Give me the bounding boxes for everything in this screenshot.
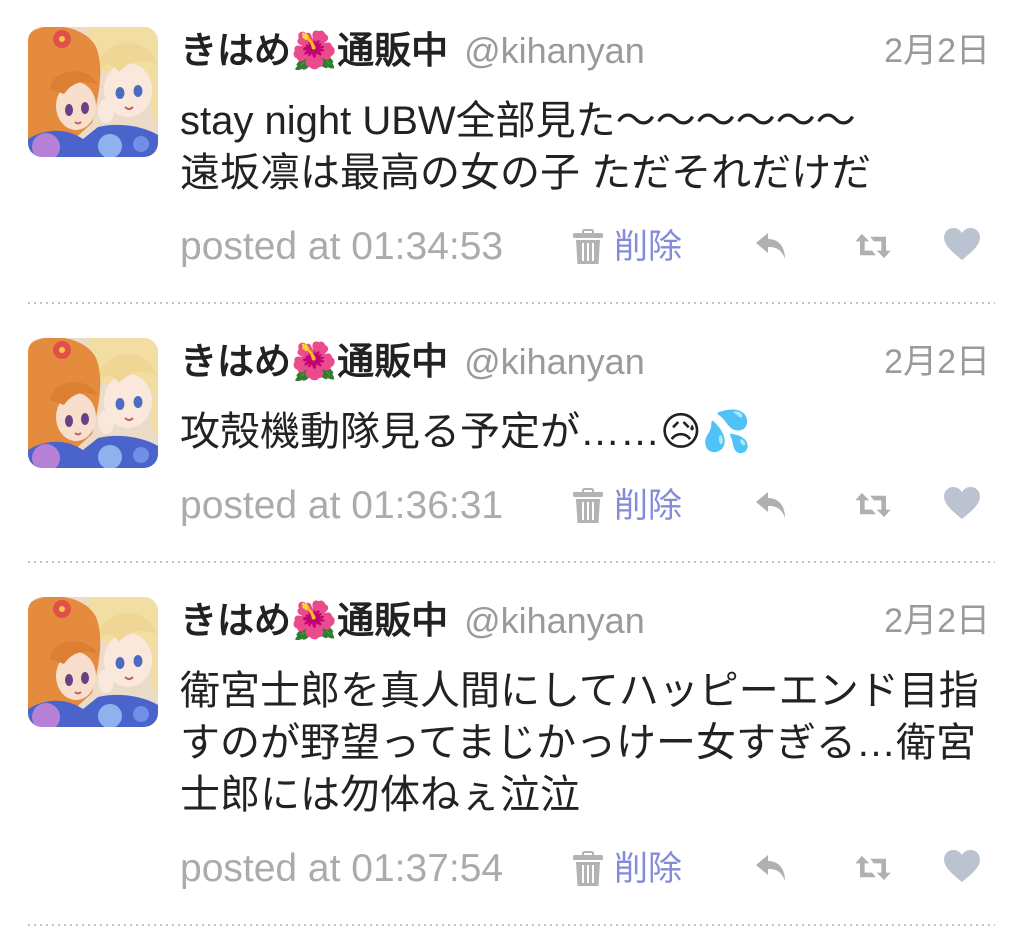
user-handle[interactable]: @kihanyan bbox=[464, 337, 645, 387]
favorite-button[interactable] bbox=[943, 486, 981, 520]
delete-label: 削除 bbox=[614, 487, 682, 525]
tweet[interactable]: きはめ🌺通販中 @kihanyan 2月2日 stay night UBW全部見… bbox=[0, 0, 1024, 304]
tweet-footer: posted at 01:34:53 削除 bbox=[180, 222, 990, 272]
tweet[interactable]: きはめ🌺通販中 @kihanyan 2月2日 攻殻機動隊見る予定が……😥💦 po… bbox=[0, 304, 1024, 563]
delete-label: 削除 bbox=[614, 850, 682, 888]
reply-button[interactable] bbox=[755, 490, 787, 520]
trash-icon bbox=[572, 229, 604, 265]
tweet-text: 衛宮士郎を真人間にしてハッピーエンド目指すのが野望ってまじかっけー女すぎる…衛宮… bbox=[180, 669, 979, 817]
retweet-button[interactable] bbox=[854, 233, 892, 259]
tweet-text: 攻殻機動隊見る予定が……😥💦 bbox=[180, 410, 752, 454]
avatar-image bbox=[28, 27, 158, 157]
delete-button[interactable]: 削除 bbox=[572, 222, 682, 272]
retweet-icon bbox=[855, 855, 891, 881]
user-display-name[interactable]: きはめ🌺通販中 bbox=[180, 26, 448, 76]
tweet-header: きはめ🌺通販中 @kihanyan 2月2日 bbox=[180, 337, 990, 387]
tweet-date: 2月2日 bbox=[884, 343, 990, 381]
user-avatar[interactable] bbox=[28, 27, 158, 157]
tweet-date: 2月2日 bbox=[884, 602, 990, 640]
tweet-date: 2月2日 bbox=[884, 32, 990, 70]
user-avatar[interactable] bbox=[28, 338, 158, 468]
heart-icon bbox=[944, 486, 980, 520]
tweet-footer: posted at 01:37:54 削除 bbox=[180, 844, 990, 894]
tweet-footer: posted at 01:36:31 削除 bbox=[180, 481, 990, 531]
reply-button[interactable] bbox=[755, 853, 787, 883]
heart-icon bbox=[944, 227, 980, 261]
tweet-separator bbox=[28, 924, 995, 926]
trash-icon bbox=[572, 851, 604, 887]
retweet-icon bbox=[855, 492, 891, 518]
delete-button[interactable]: 削除 bbox=[572, 844, 682, 894]
reply-icon bbox=[756, 233, 785, 259]
avatar-image bbox=[28, 338, 158, 468]
posted-timestamp: posted at 01:37:54 bbox=[180, 847, 504, 890]
user-handle[interactable]: @kihanyan bbox=[464, 596, 645, 646]
user-handle[interactable]: @kihanyan bbox=[464, 26, 645, 76]
tweet[interactable]: きはめ🌺通販中 @kihanyan 2月2日 衛宮士郎を真人間にしてハッピーエン… bbox=[0, 563, 1024, 926]
posted-timestamp: posted at 01:36:31 bbox=[180, 484, 504, 527]
favorite-button[interactable] bbox=[943, 227, 981, 261]
tweet-content: きはめ🌺通販中 @kihanyan 2月2日 衛宮士郎を真人間にしてハッピーエン… bbox=[180, 596, 990, 894]
posted-timestamp: posted at 01:34:53 bbox=[180, 225, 504, 268]
user-display-name[interactable]: きはめ🌺通販中 bbox=[180, 596, 448, 646]
reply-icon bbox=[756, 492, 785, 518]
user-avatar[interactable] bbox=[28, 597, 158, 727]
avatar-image bbox=[28, 597, 158, 727]
reply-button[interactable] bbox=[755, 231, 787, 261]
timeline: きはめ🌺通販中 @kihanyan 2月2日 stay night UBW全部見… bbox=[0, 0, 1024, 926]
user-display-name[interactable]: きはめ🌺通販中 bbox=[180, 337, 448, 387]
tweet-content: きはめ🌺通販中 @kihanyan 2月2日 stay night UBW全部見… bbox=[180, 26, 990, 272]
reply-icon bbox=[756, 855, 785, 881]
tweet-content: きはめ🌺通販中 @kihanyan 2月2日 攻殻機動隊見る予定が……😥💦 po… bbox=[180, 337, 990, 531]
trash-icon bbox=[572, 488, 604, 524]
tweet-header: きはめ🌺通販中 @kihanyan 2月2日 bbox=[180, 596, 990, 646]
retweet-icon bbox=[855, 233, 891, 259]
tweet-text: stay night UBW全部見た〜〜〜〜〜〜 遠坂凛は最高の女の子 ただそれ… bbox=[180, 99, 872, 195]
retweet-button[interactable] bbox=[854, 492, 892, 518]
favorite-button[interactable] bbox=[943, 849, 981, 883]
retweet-button[interactable] bbox=[854, 855, 892, 881]
heart-icon bbox=[944, 849, 980, 883]
delete-button[interactable]: 削除 bbox=[572, 481, 682, 531]
tweet-header: きはめ🌺通販中 @kihanyan 2月2日 bbox=[180, 26, 990, 76]
delete-label: 削除 bbox=[614, 228, 682, 266]
